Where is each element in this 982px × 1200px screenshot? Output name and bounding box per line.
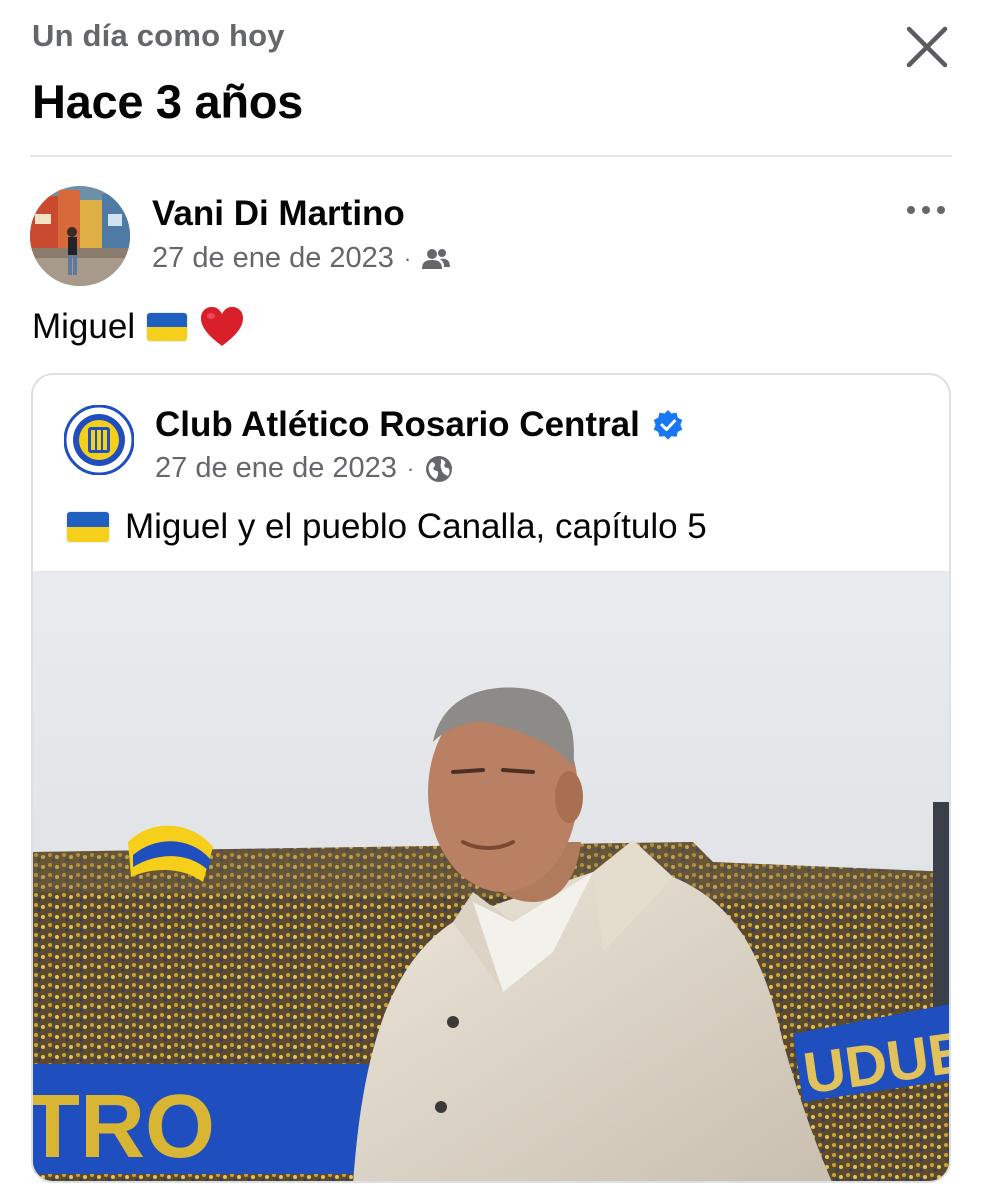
post-text-content: Miguel [32,307,136,346]
memories-header: Un día como hoy Hace 3 años [32,16,950,128]
avatar[interactable] [30,186,130,286]
post-date[interactable]: 27 de ene de 2023 [152,242,394,275]
page-name[interactable]: Club Atlético Rosario Central [155,405,684,445]
meta-separator: · [406,455,415,481]
globe-icon[interactable] [424,454,454,484]
page-name-label: Club Atlético Rosario Central [155,405,640,444]
post-text: Miguel [32,306,245,348]
memories-title: Hace 3 años [32,75,304,128]
verified-badge-icon [653,410,683,440]
more-options-button[interactable] [904,200,948,220]
author-name[interactable]: Vani Di Martino [152,194,405,234]
close-icon [906,26,948,68]
post-photo[interactable]: TRO UDUE [33,571,949,1181]
memories-kicker: Un día como hoy [32,18,285,53]
post-header: Vani Di Martino 27 de ene de 2023 · [30,186,952,286]
ukraine-flag-icon [67,512,109,542]
heart-icon [201,307,244,346]
friends-icon[interactable] [421,247,451,271]
banner-left-text: TRO [33,1077,215,1177]
shared-post-meta: 27 de ene de 2023 · [155,452,454,485]
more-options-icon [907,206,945,214]
shared-post-text-content: Miguel y el pueblo Canalla, capítulo 5 [125,507,707,546]
close-button[interactable] [904,24,950,70]
club-logo[interactable] [63,404,135,476]
shared-post-text: Miguel y el pueblo Canalla, capítulo 5 [67,507,707,547]
ukraine-flag-icon [147,313,188,341]
meta-separator: · [403,245,412,271]
header-divider [30,155,952,157]
shared-post-date[interactable]: 27 de ene de 2023 [155,452,397,485]
post-meta: 27 de ene de 2023 · [152,242,451,275]
shared-post-card[interactable]: Club Atlético Rosario Central 27 de ene … [31,373,951,1183]
